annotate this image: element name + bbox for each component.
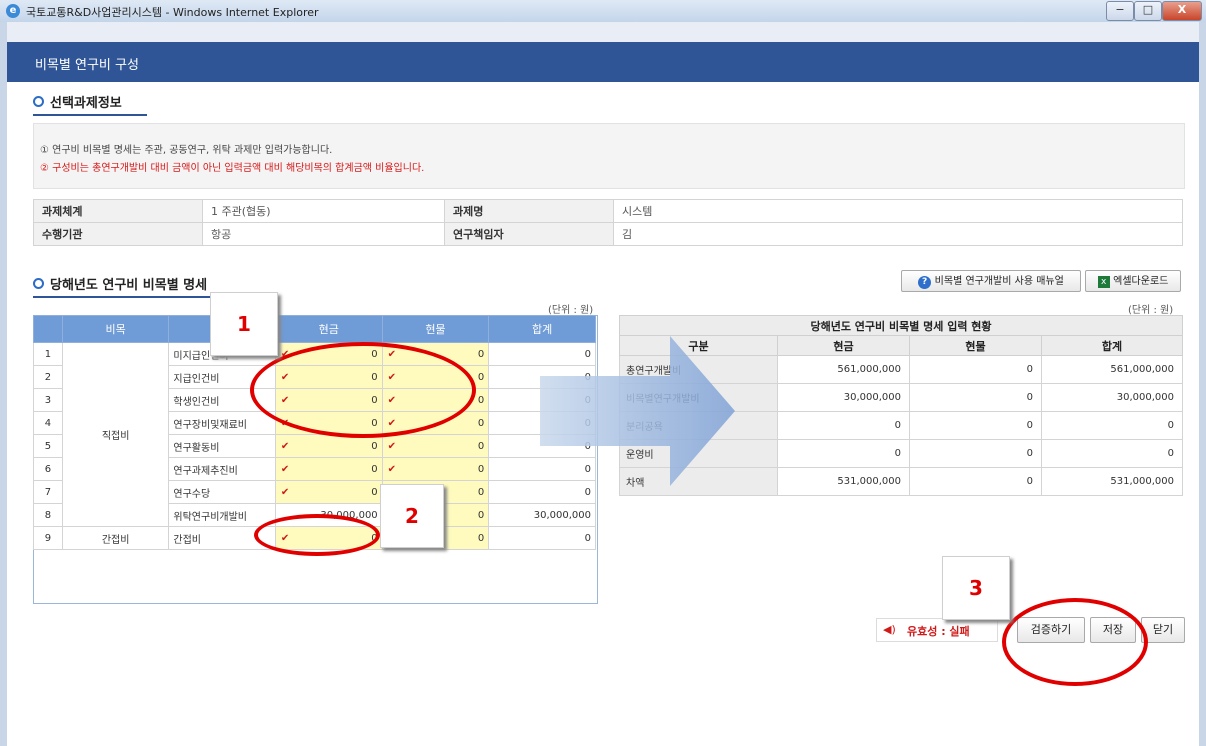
row-number: 4	[33, 411, 63, 435]
total-value: 0	[1041, 439, 1183, 468]
group-indirect: 간접비	[61, 526, 170, 550]
annotation-badge-3: 3	[942, 556, 1010, 620]
kind-value: 0	[909, 411, 1042, 440]
kind-value: 0	[909, 383, 1042, 412]
minimize-button[interactable]: −	[1106, 1, 1134, 21]
total-value: 561,000,000	[1041, 355, 1183, 384]
validity-box: ◀) 유효성 : 실패	[876, 618, 998, 642]
summary-unit: (단위 : 원)	[1128, 305, 1174, 316]
label-pi: 연구책임자	[444, 222, 614, 246]
kind-input[interactable]: ✔0	[381, 457, 490, 481]
col-cash: 현금	[777, 335, 910, 356]
cash-value: 0	[777, 439, 910, 468]
window-titlebar: e 국토교통R&D사업관리시스템 - Windows Internet Expl…	[0, 0, 1206, 23]
kind-value: 0	[909, 439, 1042, 468]
table-row: 수행기관 항공 연구책임자 김	[33, 222, 1183, 246]
highlight-oval-2	[254, 514, 380, 556]
speaker-icon: ◀)	[883, 623, 896, 636]
row-number: 5	[33, 434, 63, 458]
col-kind: 현물	[909, 335, 1042, 356]
validity-status: 유효성 : 실패	[907, 625, 970, 638]
row-number: 8	[33, 503, 63, 527]
total-value: 531,000,000	[1041, 467, 1183, 496]
bullet-ring-icon	[33, 96, 44, 107]
window-title: 국토교통R&D사업관리시스템 - Windows Internet Explor…	[26, 6, 319, 19]
highlight-oval-1	[250, 342, 476, 438]
label-task-system: 과제체계	[33, 199, 203, 223]
check-icon: ✔	[387, 463, 397, 475]
cash-value: 561,000,000	[777, 355, 910, 384]
value-org: 항공	[202, 222, 445, 246]
cash-input[interactable]: ✔ 0	[274, 457, 383, 481]
total-value: 30,000,000	[1041, 383, 1183, 412]
detail-unit: (단위 : 원)	[548, 305, 594, 316]
section-title-detail: 당해년도 연구비 비목별 명세	[33, 274, 207, 293]
page-title: 비목별 연구비 구성	[35, 58, 139, 73]
section-underline	[33, 114, 147, 116]
kind-value: 0	[909, 355, 1042, 384]
col-total: 합계	[1041, 335, 1183, 356]
notice-box: ① 연구비 비목별 명세는 주관, 공동연구, 위탁 과제만 입력가능합니다. …	[33, 123, 1185, 189]
row-number: 3	[33, 388, 63, 412]
col-cash: 현금	[274, 315, 383, 343]
total-cell: 0	[488, 526, 596, 550]
row-number: 9	[33, 526, 63, 550]
annotation-badge-1: 1	[210, 292, 278, 356]
notice-line-1: ① 연구비 비목별 명세는 주관, 공동연구, 위탁 과제만 입력가능합니다.	[40, 145, 333, 156]
frame-right	[1199, 22, 1206, 746]
kind-value: 0	[909, 467, 1042, 496]
sub-item: 연구수당	[168, 480, 276, 504]
frame-top	[7, 22, 1199, 42]
highlight-oval-3	[1002, 598, 1148, 686]
value-task-name: 시스템	[613, 199, 1183, 223]
kind-input[interactable]: ✔0	[381, 434, 490, 458]
col-category: 비목	[61, 315, 170, 343]
check-icon: ✔	[387, 440, 397, 452]
col-no	[33, 315, 63, 343]
bullet-ring-icon	[33, 278, 44, 289]
row-number: 2	[33, 365, 63, 389]
frame-left	[0, 22, 7, 746]
group-direct: 직접비	[61, 342, 170, 527]
maximize-button[interactable]: □	[1134, 1, 1162, 21]
row-number: 1	[33, 342, 63, 366]
annotation-badge-2: 2	[380, 484, 444, 548]
label-task-name: 과제명	[444, 199, 614, 223]
sub-item: 연구과제추진비	[168, 457, 276, 481]
cash-value: 0	[777, 411, 910, 440]
label-org: 수행기관	[33, 222, 203, 246]
notice-line-2: ② 구성비는 총연구개발비 대비 금액이 아닌 입력금액 대비 해당비목의 합계…	[40, 163, 425, 174]
help-icon: ?	[918, 276, 932, 289]
arrow-right-icon	[540, 336, 735, 486]
excel-download-button[interactable]: x 엑셀다운로드	[1085, 270, 1181, 292]
sub-item: 연구활동비	[168, 434, 276, 458]
row-number: 7	[33, 480, 63, 504]
row-number: 6	[33, 457, 63, 481]
manual-button[interactable]: ? 비목별 연구개발비 사용 매뉴얼	[901, 270, 1081, 292]
cash-value: 30,000,000	[777, 383, 910, 412]
page-header: 비목별 연구비 구성	[7, 42, 1199, 82]
sub-item: 연구장비및재료비	[168, 411, 276, 435]
section-title-selected: 선택과제정보	[33, 92, 122, 111]
excel-icon: x	[1097, 276, 1110, 288]
cash-input[interactable]: ✔ 0	[274, 480, 383, 504]
check-icon: ✔	[280, 486, 290, 498]
cash-value: 531,000,000	[777, 467, 910, 496]
check-icon: ✔	[280, 463, 290, 475]
total-value: 0	[1041, 411, 1183, 440]
close-window-button[interactable]: X	[1162, 1, 1202, 21]
sub-item: 위탁연구비개발비	[168, 503, 276, 527]
task-info-table: 과제체계 1 주관(협동) 과제명 시스템 수행기관 항공 연구책임자 김	[33, 199, 1183, 246]
ie-logo-icon: e	[6, 4, 20, 18]
value-pi: 김	[613, 222, 1183, 246]
value-task-system: 1 주관(협동)	[202, 199, 445, 223]
table-row: 과제체계 1 주관(협동) 과제명 시스템	[33, 199, 1183, 223]
col-kind: 현물	[381, 315, 490, 343]
total-cell: 30,000,000	[488, 503, 596, 527]
check-icon: ✔	[280, 440, 290, 452]
